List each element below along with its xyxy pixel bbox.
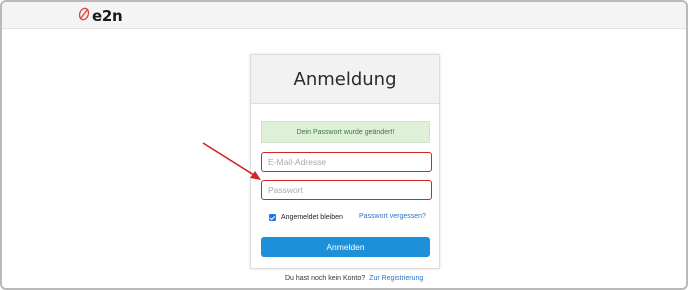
email-field[interactable] xyxy=(261,152,432,172)
login-button[interactable]: Anmelden xyxy=(261,237,430,257)
browser-frame: e2n Anmeldung Dein Passwort wurde geände… xyxy=(0,0,688,290)
remember-checkbox[interactable] xyxy=(269,214,276,221)
login-card: Anmeldung Dein Passwort wurde geändert! … xyxy=(250,54,440,269)
page-title: Anmeldung xyxy=(293,68,397,90)
login-card-header: Anmeldung xyxy=(251,55,439,104)
annotation-arrow-icon xyxy=(202,142,261,180)
no-account-text: Du hast noch kein Konto? xyxy=(285,275,366,282)
remember-me[interactable]: Angemeldet bleiben xyxy=(269,214,343,221)
e2n-logo-icon xyxy=(78,6,92,27)
register-link[interactable]: Zur Registrierung xyxy=(369,275,423,282)
logo-text: e2n xyxy=(92,7,123,25)
remember-label: Angemeldet bleiben xyxy=(281,214,343,221)
register-prompt: Du hast noch kein Konto? Zur Registrieru… xyxy=(285,275,423,282)
success-alert: Dein Passwort wurde geändert! xyxy=(261,121,430,143)
logo[interactable]: e2n xyxy=(78,6,123,27)
top-bar: e2n xyxy=(2,2,686,29)
password-field[interactable] xyxy=(261,180,432,200)
forgot-password-link[interactable]: Passwort vergessen? xyxy=(359,213,426,220)
